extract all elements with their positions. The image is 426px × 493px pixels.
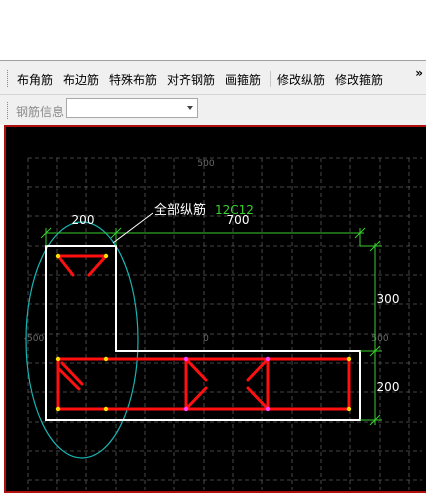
dimension-right-lower: 200 <box>377 380 400 394</box>
upper-tie-hook-right <box>87 254 108 277</box>
stirrups <box>56 254 351 411</box>
axis-label-right: 500 <box>371 334 388 344</box>
annotation-label: 全部纵筋 <box>154 202 206 218</box>
tie-2-hook-bottom <box>246 386 270 411</box>
axis-label-left: -500 <box>24 334 45 344</box>
axis-label-top: 500 <box>197 159 214 169</box>
tie-1-hook-top <box>184 357 208 382</box>
upper-tie-hook-left <box>56 254 75 277</box>
tie-2-hook-top <box>246 357 270 382</box>
axis-label-origin: 0 <box>203 334 209 344</box>
dimension-lines <box>40 227 382 426</box>
dimension-right-upper: 300 <box>377 292 400 306</box>
dimension-top-left: 200 <box>72 213 95 227</box>
main-stirrup <box>56 357 351 411</box>
annotation-leader <box>112 212 154 244</box>
tie-1-hook-bottom <box>184 386 208 411</box>
annotation-rebar-spec: 12C12 <box>215 203 254 217</box>
section-drawing: 500 -500 0 500 200 700 300 200 全部纵筋 12C1… <box>24 157 422 490</box>
longitudinal-bars <box>55 253 352 412</box>
